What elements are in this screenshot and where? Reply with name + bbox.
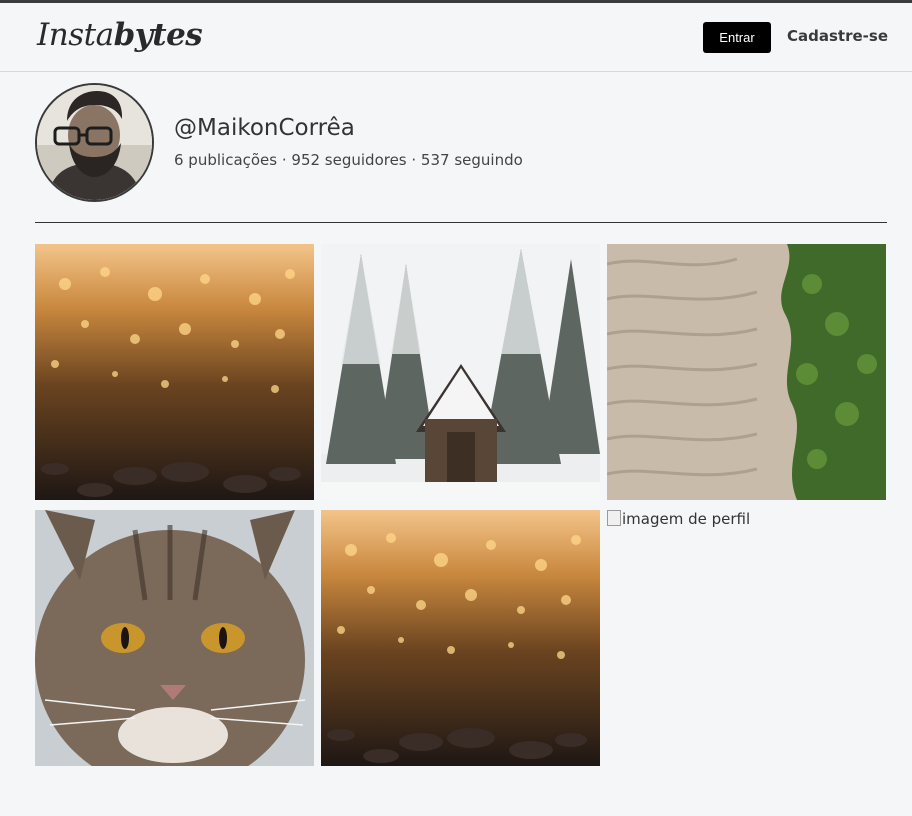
post-image-4[interactable] [35, 510, 314, 766]
profile-username: @MaikonCorrêa [174, 115, 355, 141]
profile-stats: 6 publicações · 952 seguidores · 537 seg… [174, 151, 523, 169]
login-button[interactable]: Entrar [703, 22, 771, 53]
logo-regular-text: Insta [37, 17, 114, 53]
section-divider [35, 222, 887, 223]
post-image-1[interactable] [35, 244, 314, 500]
site-header: Instabytes Entrar Cadastre-se [0, 3, 912, 72]
signup-link[interactable]: Cadastre-se [787, 27, 888, 45]
post-photo-bokeh [35, 244, 314, 500]
avatar [35, 83, 154, 202]
post-photo-cat [35, 510, 314, 766]
logo-bold-text: bytes [113, 17, 203, 53]
post-image-6-broken[interactable]: imagem de perfil [607, 510, 750, 528]
post-photo-cabin [321, 244, 600, 500]
post-photo-bokeh [321, 510, 600, 766]
post-image-2[interactable] [321, 244, 600, 500]
avatar-photo [37, 85, 152, 200]
post-image-3[interactable] [607, 244, 886, 500]
post-photo-sand [607, 244, 886, 500]
logo[interactable]: Instabytes [37, 17, 203, 53]
broken-image-icon [607, 510, 621, 526]
broken-image-alt-text: imagem de perfil [622, 510, 751, 528]
post-image-5[interactable] [321, 510, 600, 766]
